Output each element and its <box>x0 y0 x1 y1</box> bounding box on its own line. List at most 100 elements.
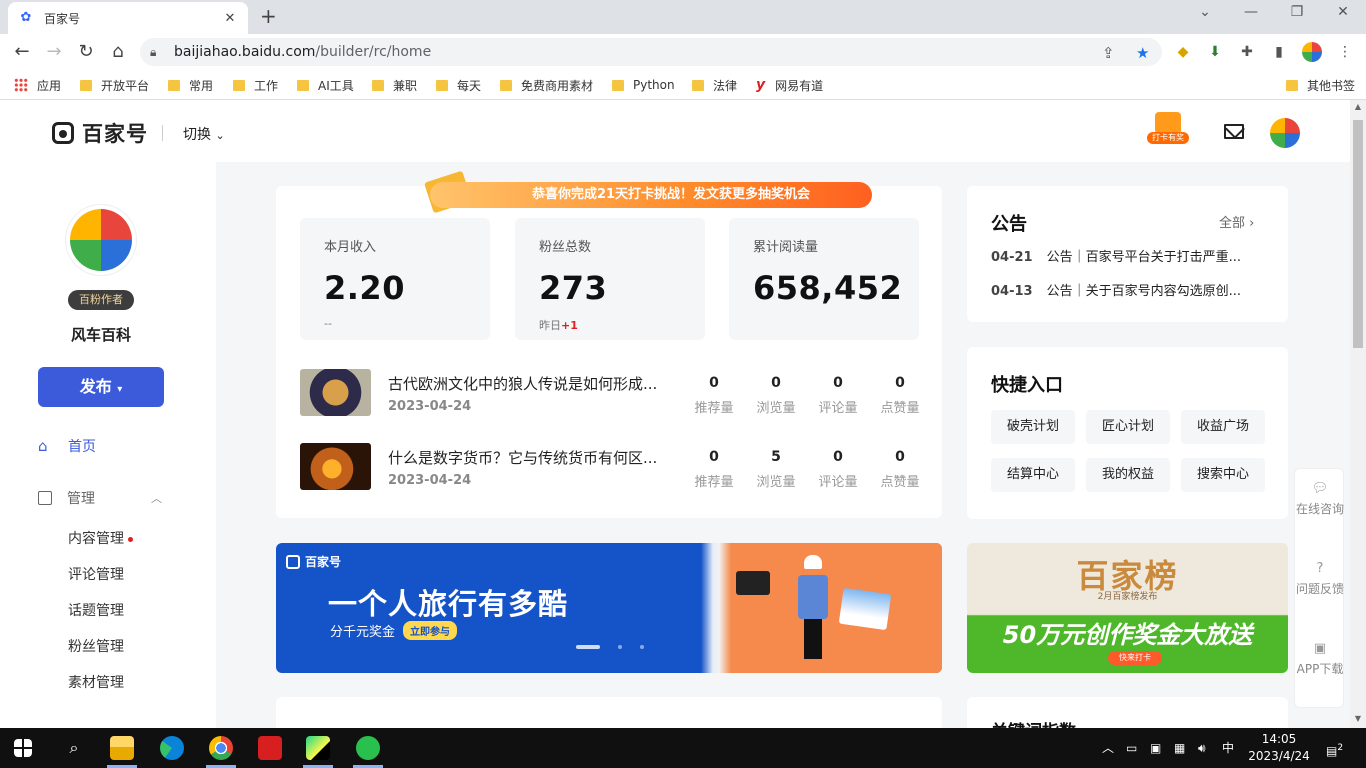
quick-entry-button[interactable]: 结算中心 <box>991 458 1075 492</box>
bookmark-apps[interactable]: 应用 <box>14 76 61 94</box>
article-row[interactable]: 什么是数字货币？它与传统货币有何区... 2023-04-24 0 推荐量 5 浏览… <box>300 443 920 493</box>
checkin-gift-button[interactable]: 打卡有奖 <box>1147 110 1189 146</box>
sidebar-item-materials[interactable]: 素材管理 <box>68 672 124 692</box>
quick-entry-button[interactable]: 收益广场 <box>1181 410 1265 444</box>
page-scrollbar[interactable]: ▲ ▼ <box>1350 100 1366 728</box>
browser-tab[interactable]: ✿ 百家号 ✕ <box>8 2 248 34</box>
scrollbar-thumb[interactable] <box>1353 120 1363 348</box>
bookmark-folder[interactable]: 工作 <box>233 76 278 94</box>
chevron-right-icon: › <box>1249 216 1255 231</box>
ranking-promo-banner[interactable]: 百家榜 2月百家榜发布 50万元创作奖金大放送 快来打卡 <box>967 543 1288 673</box>
notice-item[interactable]: 04-21 公告｜百家号平台关于打击严重... <box>991 246 1271 265</box>
extensions-puzzle-icon[interactable]: ✚ <box>1236 41 1258 63</box>
side-panel-icon[interactable]: ▮ <box>1268 41 1290 63</box>
minimize-icon[interactable]: — <box>1228 4 1274 20</box>
sidebar-item-comments[interactable]: 评论管理 <box>68 564 124 584</box>
lock-icon[interactable]: 🔒︎ <box>150 45 166 60</box>
bookmark-folder[interactable]: 免费商用素材 <box>500 76 593 94</box>
tab-search-icon[interactable]: ⌄ <box>1182 4 1228 20</box>
notice-all-link[interactable]: 全部 › <box>1219 212 1254 231</box>
bookmark-folder[interactable]: 开放平台 <box>80 76 149 94</box>
scroll-up-icon[interactable]: ▲ <box>1350 102 1366 111</box>
address-bar[interactable]: 🔒︎ baijiahao.baidu.com/builder/rc/home ⇪… <box>140 38 1162 66</box>
bookmark-folder[interactable]: 每天 <box>436 76 481 94</box>
windows-taskbar: ⌕ ︿ ▭ ▣ ▦ 🔊︎ 中 14:05 2023/4/24 ▤2 <box>0 728 1366 768</box>
notification-dot <box>128 536 133 542</box>
bookmark-youdao[interactable]: y 网易有道 <box>756 76 823 94</box>
notice-item[interactable]: 04-13 公告｜关于百家号内容勾选原创... <box>991 280 1271 299</box>
bookmark-folder[interactable]: AI工具 <box>297 76 354 94</box>
header-avatar[interactable] <box>1270 118 1300 148</box>
home-icon[interactable]: ⌂ <box>106 40 130 64</box>
bookmark-folder[interactable]: 兼职 <box>372 76 417 94</box>
tray-app-icon[interactable]: ▣ <box>1150 728 1161 768</box>
switch-account-button[interactable]: 切换 ⌄ <box>183 124 225 144</box>
stat-reads[interactable]: 累计阅读量 658,452 <box>729 218 919 340</box>
user-avatar[interactable] <box>65 204 137 276</box>
join-now-button[interactable]: 立即参与 <box>403 621 458 640</box>
ime-indicator[interactable]: 中 <box>1222 728 1234 768</box>
quick-entry-button[interactable]: 我的权益 <box>1086 458 1170 492</box>
bookmark-folder[interactable]: Python <box>612 76 675 94</box>
quick-entry-button[interactable]: 匠心计划 <box>1086 410 1170 444</box>
back-icon[interactable]: ← <box>10 40 34 64</box>
network-icon[interactable]: ▭ <box>1126 728 1137 768</box>
stat-fans[interactable]: 粉丝总数 273 昨日+1 <box>515 218 705 340</box>
online-consult-button[interactable]: 💬︎ 在线咨询 <box>1295 481 1345 517</box>
baijiahao-logo[interactable]: 百家号 <box>52 118 163 148</box>
tray-grid-icon[interactable]: ▦ <box>1174 728 1185 768</box>
checkin-button[interactable]: 快来打卡 <box>1108 651 1162 665</box>
article-title[interactable]: 古代欧洲文化中的狼人传说是如何形成... <box>388 373 678 394</box>
acrobat-icon[interactable] <box>258 736 282 760</box>
sidebar-group-manage[interactable]: 管理 ︿ <box>38 488 162 508</box>
profile-avatar[interactable] <box>1302 42 1322 62</box>
wechat-icon[interactable] <box>356 736 380 760</box>
windows-start-icon[interactable] <box>14 739 32 757</box>
bookmark-folder[interactable]: 常用 <box>168 76 213 94</box>
notification-center-icon[interactable]: ▤2 <box>1326 728 1343 768</box>
stat-income[interactable]: 本月收入 2.20 -- <box>300 218 490 340</box>
scroll-down-icon[interactable]: ▼ <box>1350 714 1366 723</box>
bookmark-star-icon[interactable]: ★ <box>1136 44 1149 62</box>
publish-button[interactable]: 发布 ▾ <box>38 367 164 407</box>
app-download-button[interactable]: ▣ APP下载 <box>1295 641 1345 677</box>
sidebar-item-fans[interactable]: 粉丝管理 <box>68 636 124 656</box>
new-tab-icon[interactable]: + <box>260 6 277 26</box>
bookmark-other[interactable]: 其他书签 <box>1286 76 1355 94</box>
pycharm-icon[interactable] <box>306 736 330 760</box>
quick-entry-button[interactable]: 搜索中心 <box>1181 458 1265 492</box>
browser-menu-icon[interactable]: ⋮ <box>1334 41 1356 63</box>
reload-icon[interactable]: ↻ <box>74 40 98 64</box>
close-window-icon[interactable]: ✕ <box>1320 4 1366 20</box>
volume-icon[interactable]: 🔊︎ <box>1198 728 1206 768</box>
edge-icon[interactable] <box>160 736 184 760</box>
tab-title: 百家号 <box>44 11 81 26</box>
congrats-banner[interactable]: 恭喜你完成21天打卡挑战！发文获更多抽奖机会 <box>430 182 872 208</box>
sidebar: 百粉作者 风车百科 发布 ▾ ⌂ 首页 管理 ︿ 内容管理 评论管理 话题管理 粉丝… <box>0 162 216 728</box>
article-thumbnail[interactable] <box>300 369 371 416</box>
tray-overflow-icon[interactable]: ︿ <box>1102 728 1114 768</box>
taskbar-clock[interactable]: 14:05 2023/4/24 <box>1236 731 1322 765</box>
sidebar-item-home[interactable]: ⌂ 首页 <box>38 436 96 456</box>
restore-icon[interactable]: ❐ <box>1274 4 1320 20</box>
bottom-card <box>276 697 942 728</box>
download-extension-icon[interactable]: ⬇ <box>1204 41 1226 63</box>
chrome-icon[interactable] <box>209 736 233 760</box>
sidebar-item-content[interactable]: 内容管理 <box>68 528 133 548</box>
bookmark-folder[interactable]: 法律 <box>692 76 737 94</box>
quick-entry-button[interactable]: 破壳计划 <box>991 410 1075 444</box>
mail-icon[interactable] <box>1224 124 1244 139</box>
close-tab-icon[interactable]: ✕ <box>222 11 238 26</box>
extension-icon[interactable]: ◆ <box>1172 41 1194 63</box>
travel-promo-banner[interactable]: 百家号 一个人旅行有多酷 分千元奖金 立即参与 <box>276 543 942 673</box>
forward-icon[interactable]: → <box>42 40 66 64</box>
share-icon[interactable]: ⇪ <box>1102 44 1115 62</box>
article-thumbnail[interactable] <box>300 443 371 490</box>
carousel-dots[interactable] <box>576 645 662 649</box>
sidebar-item-topics[interactable]: 话题管理 <box>68 600 124 620</box>
article-title[interactable]: 什么是数字货币？它与传统货币有何区... <box>388 447 678 468</box>
file-explorer-icon[interactable] <box>110 736 134 760</box>
feedback-button[interactable]: ? 问题反馈 <box>1295 561 1345 597</box>
search-icon[interactable]: ⌕ <box>62 736 86 760</box>
article-row[interactable]: 古代欧洲文化中的狼人传说是如何形成... 2023-04-24 0 推荐量 0 浏览… <box>300 369 920 419</box>
